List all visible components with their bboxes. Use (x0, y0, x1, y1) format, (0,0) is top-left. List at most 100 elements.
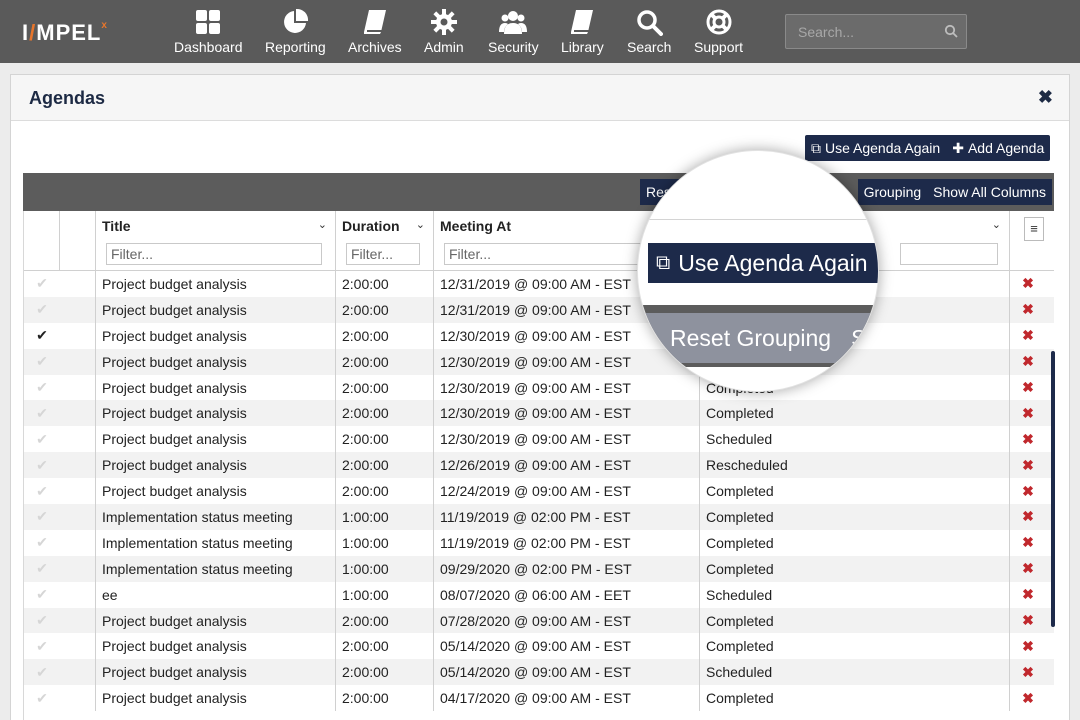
use-agenda-again-button[interactable]: ⧉ Use Agenda Again (805, 135, 946, 161)
chevron-down-icon[interactable]: ⌄ (992, 218, 1001, 231)
table-row[interactable]: ✔ Project budget analysis 2:00:00 12/31/201… (24, 296, 1054, 323)
table-row[interactable]: ✔ Project budget analysis 2:00:00 12/30/201… (24, 322, 1054, 349)
delete-icon[interactable]: ✖ (1010, 659, 1046, 685)
check-icon[interactable]: ✔ (24, 452, 60, 478)
check-icon[interactable]: ✔ (24, 608, 60, 634)
row-select-cell[interactable] (60, 581, 96, 608)
nav-label: Security (488, 39, 539, 55)
delete-icon[interactable]: ✖ (1010, 504, 1046, 530)
table-row[interactable]: ✔ ee 1:00:00 08/07/2020 @ 06:00 AM - EET Sch… (24, 581, 1054, 608)
row-select-cell[interactable] (60, 504, 96, 530)
scrollbar[interactable] (1051, 351, 1055, 627)
table-row[interactable]: ✔ Project budget analysis 2:00:00 12/24/201… (24, 478, 1054, 505)
search-input[interactable] (786, 15, 936, 48)
row-select-cell[interactable] (60, 529, 96, 556)
title-filter-input[interactable] (106, 243, 322, 265)
delete-icon[interactable]: ✖ (1010, 633, 1046, 659)
delete-icon[interactable]: ✖ (1010, 349, 1046, 375)
delete-icon[interactable]: ✖ (1010, 556, 1046, 582)
zoomed-trailing: S (851, 324, 867, 351)
nav-library[interactable]: Library (561, 8, 604, 58)
table-row[interactable]: ✔ Project budget analysis 2:00:00 05/14/202… (24, 633, 1054, 660)
nav-archives[interactable]: Archives (348, 8, 402, 58)
row-select-cell[interactable] (60, 296, 96, 323)
delete-icon[interactable]: ✖ (1010, 685, 1046, 711)
row-select-cell[interactable] (60, 685, 96, 712)
table-row[interactable]: ✔ Implementation status meeting 1:00:00 09/… (24, 555, 1054, 582)
table-row[interactable]: ✔ Project budget analysis 2:00:00 12/26/201… (24, 452, 1054, 479)
check-icon[interactable]: ✔ (24, 400, 60, 426)
delete-icon[interactable]: ✖ (1010, 426, 1046, 452)
check-icon[interactable]: ✔ (24, 685, 60, 711)
brand-logo[interactable]: I/MPEL x (22, 20, 107, 46)
row-select-cell[interactable] (60, 555, 96, 582)
delete-icon[interactable]: ✖ (1010, 375, 1046, 401)
row-select-cell[interactable] (60, 374, 96, 401)
grouping-button[interactable]: Grouping (858, 179, 928, 205)
table-row[interactable]: ✔ Project budget analysis 2:00:00 12/30/201… (24, 374, 1054, 401)
delete-icon[interactable]: ✖ (1010, 297, 1046, 323)
row-select-cell[interactable] (60, 400, 96, 427)
row-select-cell[interactable] (60, 452, 96, 479)
row-select-cell[interactable] (60, 426, 96, 453)
title-cell: Project budget analysis (96, 374, 336, 401)
table-row[interactable]: ✔ Implementation status meeting 1:00:00 11/… (24, 504, 1054, 530)
delete-icon[interactable]: ✖ (1010, 400, 1046, 426)
check-icon[interactable]: ✔ (24, 271, 60, 297)
nav-security[interactable]: Security (488, 8, 539, 58)
chevron-down-icon[interactable]: ⌄ (318, 218, 327, 231)
nav-dashboard[interactable]: Dashboard (174, 8, 243, 58)
check-icon[interactable]: ✔ (24, 478, 60, 504)
nav-support[interactable]: Support (694, 8, 743, 58)
table-row[interactable]: ✔ Project budget analysis 2:00:00 12/30/201… (24, 400, 1054, 427)
delete-icon[interactable]: ✖ (1010, 323, 1046, 349)
check-icon[interactable]: ✔ (24, 375, 60, 401)
check-icon[interactable]: ✔ (24, 659, 60, 685)
close-icon[interactable]: ✖ (1038, 87, 1053, 108)
row-select-cell[interactable] (60, 322, 96, 349)
chevron-down-icon[interactable]: ⌄ (416, 218, 425, 231)
table-row[interactable]: ✔ Implementation status meeting 1:00:00 11/… (24, 529, 1054, 556)
delete-icon[interactable]: ✖ (1010, 608, 1046, 634)
search-icon[interactable] (944, 24, 958, 38)
column-menu-button[interactable]: ≡ (1024, 217, 1044, 241)
add-agenda-button[interactable]: ✚ Add Agenda (946, 135, 1050, 161)
row-select-cell[interactable] (60, 271, 96, 297)
row-select-cell[interactable] (60, 633, 96, 660)
plus-icon: ✚ (952, 139, 964, 156)
check-icon[interactable]: ✔ (24, 297, 60, 323)
table-row[interactable]: ✔ Project budget analysis 2:00:00 05/14/202… (24, 659, 1054, 686)
delete-icon[interactable]: ✖ (1010, 452, 1046, 478)
check-icon[interactable]: ✔ (24, 504, 60, 530)
row-select-cell[interactable] (60, 348, 96, 375)
row-select-cell[interactable] (60, 659, 96, 686)
check-icon[interactable]: ✔ (24, 582, 60, 608)
nav-admin[interactable]: Admin (424, 8, 464, 58)
delete-icon[interactable]: ✖ (1010, 271, 1046, 297)
row-select-cell[interactable] (60, 478, 96, 505)
header-duration[interactable]: Duration ⌄ (336, 211, 434, 271)
status-filter-input[interactable] (900, 243, 998, 265)
header-title[interactable]: Title ⌄ (96, 211, 336, 271)
table-row[interactable]: ✔ Project budget analysis 2:00:00 07/28/202… (24, 607, 1054, 634)
table-row[interactable]: ✔ Project budget analysis 2:00:00 12/30/201… (24, 426, 1054, 453)
table-row[interactable]: ✔ Project budget analysis 2:00:00 04/17/202… (24, 685, 1054, 712)
show-all-columns-button[interactable]: Show All Columns (927, 179, 1052, 205)
check-icon[interactable]: ✔ (24, 323, 60, 349)
duration-cell: 2:00:00 (336, 322, 434, 349)
check-icon[interactable]: ✔ (24, 426, 60, 452)
table-row[interactable]: ✔ Project budget analysis 2:00:00 12/31/201… (24, 271, 1054, 297)
meeting-filter-input[interactable] (444, 243, 644, 265)
delete-icon[interactable]: ✖ (1010, 478, 1046, 504)
nav-search[interactable]: Search (627, 8, 671, 58)
nav-reporting[interactable]: Reporting (265, 8, 326, 58)
duration-filter-input[interactable] (346, 243, 420, 265)
delete-icon[interactable]: ✖ (1010, 530, 1046, 556)
check-icon[interactable]: ✔ (24, 349, 60, 375)
check-icon[interactable]: ✔ (24, 633, 60, 659)
row-select-cell[interactable] (60, 607, 96, 634)
check-icon[interactable]: ✔ (24, 530, 60, 556)
check-icon[interactable]: ✔ (24, 556, 60, 582)
table-row[interactable]: ✔ Project budget analysis 2:00:00 12/30/201… (24, 348, 1054, 375)
delete-icon[interactable]: ✖ (1010, 582, 1046, 608)
